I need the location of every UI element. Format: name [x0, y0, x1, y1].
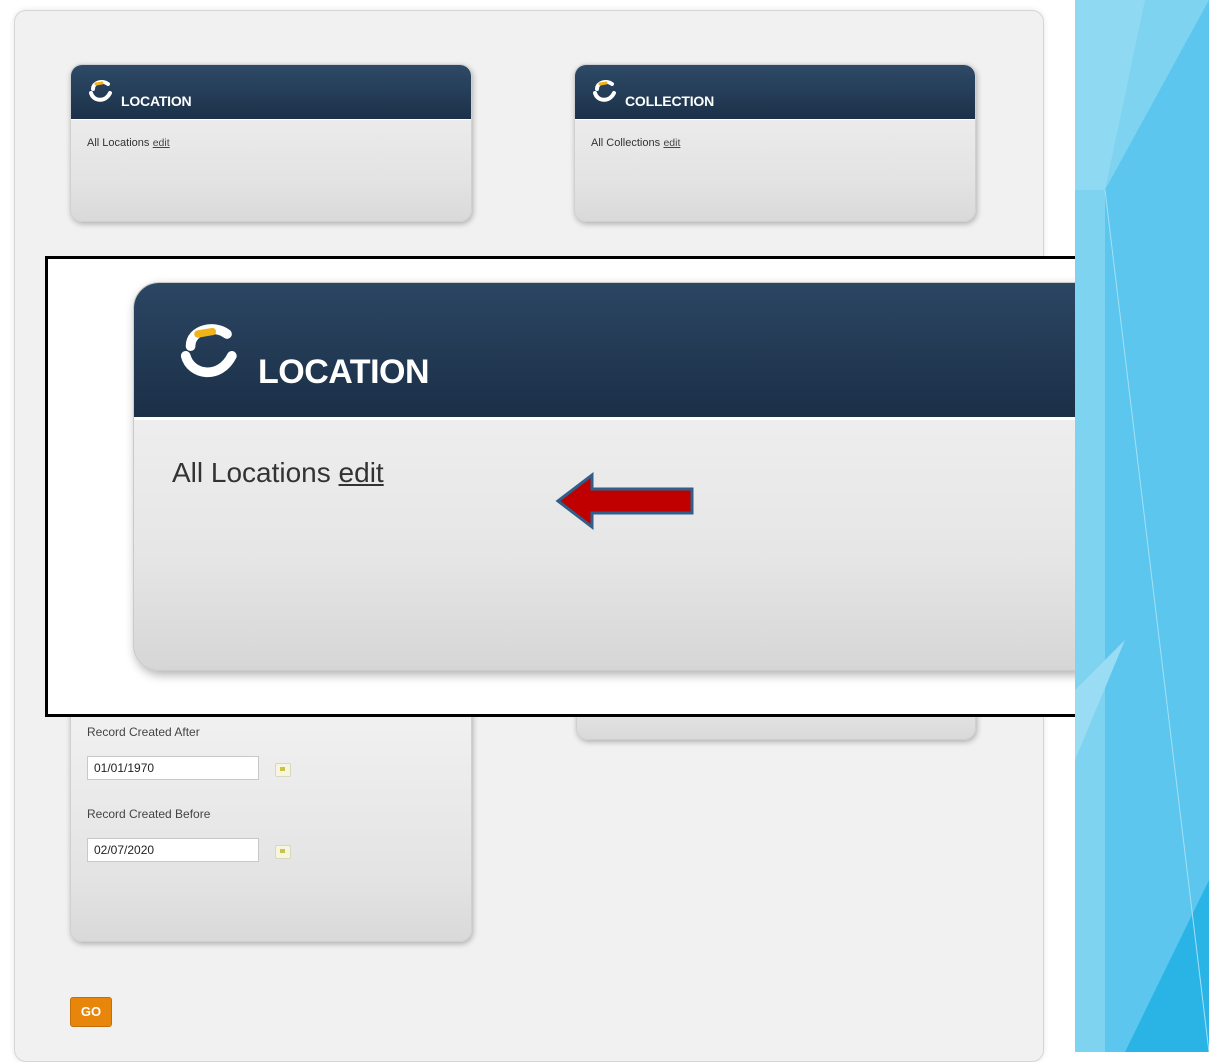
- collection-widget-body: All Collections edit: [591, 135, 680, 149]
- location-edit-link[interactable]: edit: [153, 137, 170, 149]
- go-button[interactable]: GO: [70, 997, 112, 1027]
- collection-widget-header: COLLECTION: [575, 65, 975, 120]
- swirl-logo-icon: [89, 79, 112, 102]
- collection-edit-link[interactable]: edit: [663, 137, 680, 149]
- date-range-widget: Record Created After Record Created Befo…: [70, 700, 472, 942]
- left-arrow-icon: [555, 471, 694, 531]
- location-value: All Locations: [87, 137, 150, 149]
- created-after-input[interactable]: [87, 756, 259, 780]
- calendar-icon[interactable]: [275, 845, 291, 859]
- created-after-label: Record Created After: [87, 725, 200, 739]
- swirl-logo-icon: [593, 79, 616, 102]
- zoom-location-body: All Locations edit: [172, 457, 384, 489]
- collection-value: All Collections: [591, 137, 661, 149]
- zoom-location-header: LOCATION: [134, 283, 1131, 420]
- location-widget-header: LOCATION: [71, 65, 471, 120]
- collection-widget-title: COLLECTION: [625, 93, 714, 109]
- calendar-icon[interactable]: [275, 763, 291, 777]
- created-before-input[interactable]: [87, 838, 259, 862]
- swirl-logo-icon: [180, 324, 237, 378]
- location-widget: LOCATION All Locations edit: [70, 64, 472, 222]
- zoom-callout: LOCATION All Locations edit: [45, 256, 1209, 717]
- collection-widget: COLLECTION All Collections edit: [574, 64, 976, 222]
- zoom-location-title: LOCATION: [258, 353, 430, 391]
- created-before-label: Record Created Before: [87, 807, 211, 821]
- decorative-blue-shapes: [1075, 0, 1209, 1052]
- location-widget-title: LOCATION: [121, 93, 192, 109]
- zoom-location-widget: LOCATION All Locations edit: [133, 282, 1132, 671]
- location-widget-body: All Locations edit: [87, 135, 170, 149]
- zoom-location-edit-link[interactable]: edit: [339, 457, 384, 488]
- zoom-location-value: All Locations: [172, 457, 331, 488]
